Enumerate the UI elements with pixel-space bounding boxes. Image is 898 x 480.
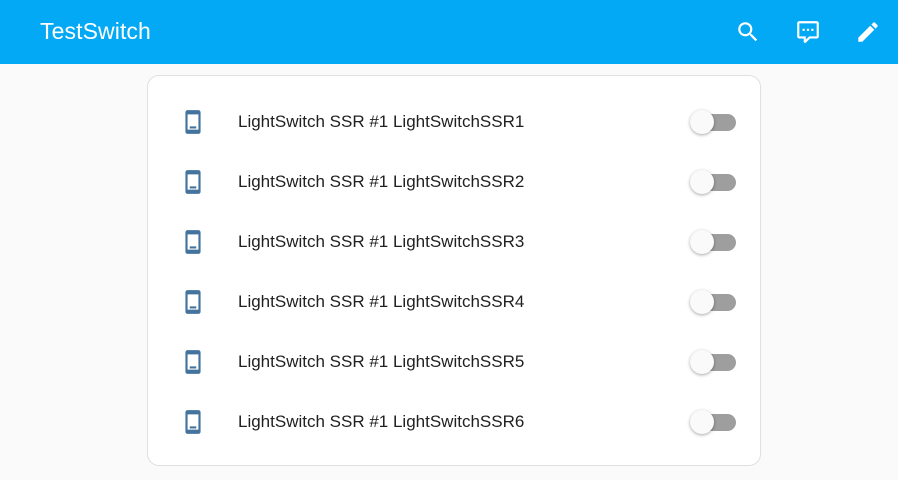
entity-name[interactable]: LightSwitch SSR #1 LightSwitchSSR6 bbox=[238, 392, 524, 452]
entity-name[interactable]: LightSwitch SSR #1 LightSwitchSSR2 bbox=[238, 152, 524, 212]
app-header: TestSwitch bbox=[0, 0, 898, 64]
entity-toggle[interactable] bbox=[690, 110, 736, 134]
search-button[interactable] bbox=[728, 12, 768, 52]
entity-name[interactable]: LightSwitch SSR #1 LightSwitchSSR5 bbox=[238, 332, 524, 392]
cellphone-icon bbox=[180, 409, 206, 435]
entity-toggle[interactable] bbox=[690, 410, 736, 434]
entities-card: LightSwitch SSR #1 LightSwitchSSR1 Light… bbox=[147, 75, 761, 466]
entity-row[interactable]: LightSwitch SSR #1 LightSwitchSSR4 bbox=[148, 272, 760, 332]
entity-row[interactable]: LightSwitch SSR #1 LightSwitchSSR3 bbox=[148, 212, 760, 272]
cellphone-icon bbox=[180, 229, 206, 255]
entity-row[interactable]: LightSwitch SSR #1 LightSwitchSSR6 bbox=[148, 392, 760, 452]
search-icon bbox=[738, 22, 758, 42]
entity-name[interactable]: LightSwitch SSR #1 LightSwitchSSR1 bbox=[238, 92, 524, 152]
edit-pencil-icon bbox=[858, 22, 878, 42]
cellphone-icon bbox=[180, 349, 206, 375]
edit-dashboard-button[interactable] bbox=[848, 12, 888, 52]
cellphone-icon bbox=[180, 109, 206, 135]
entity-row[interactable]: LightSwitch SSR #1 LightSwitchSSR5 bbox=[148, 332, 760, 392]
toggle-thumb[interactable] bbox=[690, 410, 714, 434]
entity-name[interactable]: LightSwitch SSR #1 LightSwitchSSR3 bbox=[238, 212, 524, 272]
entity-toggle[interactable] bbox=[690, 230, 736, 254]
toggle-thumb[interactable] bbox=[690, 290, 714, 314]
entity-name[interactable]: LightSwitch SSR #1 LightSwitchSSR4 bbox=[238, 272, 524, 332]
toggle-thumb[interactable] bbox=[690, 230, 714, 254]
cellphone-icon bbox=[180, 289, 206, 315]
cellphone-icon bbox=[180, 169, 206, 195]
assist-chat-icon bbox=[797, 21, 819, 43]
entity-toggle[interactable] bbox=[690, 170, 736, 194]
entity-toggle[interactable] bbox=[690, 290, 736, 314]
toggle-thumb[interactable] bbox=[690, 110, 714, 134]
page-title: TestSwitch bbox=[40, 18, 151, 44]
entity-row[interactable]: LightSwitch SSR #1 LightSwitchSSR2 bbox=[148, 152, 760, 212]
entity-toggle[interactable] bbox=[690, 350, 736, 374]
toggle-thumb[interactable] bbox=[690, 170, 714, 194]
toggle-thumb[interactable] bbox=[690, 350, 714, 374]
assist-button[interactable] bbox=[788, 12, 828, 52]
entity-row[interactable]: LightSwitch SSR #1 LightSwitchSSR1 bbox=[148, 92, 760, 152]
